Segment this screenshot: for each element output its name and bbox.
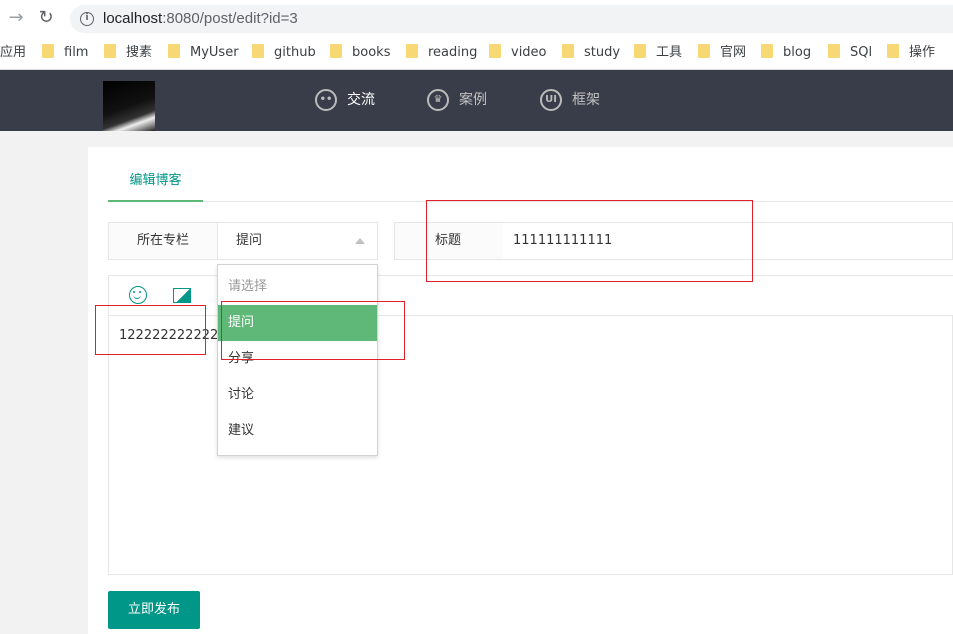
folder-icon bbox=[634, 44, 646, 58]
folder-icon bbox=[698, 44, 710, 58]
nav-framework[interactable]: UI 框架 bbox=[540, 88, 600, 112]
emoji-icon[interactable] bbox=[129, 286, 147, 304]
column-select[interactable]: 提问 bbox=[217, 222, 378, 260]
folder-icon bbox=[828, 44, 840, 58]
folder-icon bbox=[330, 44, 342, 58]
bookmarks-bar: 应用 film 搜素 MyUser github books reading v… bbox=[0, 36, 953, 70]
column-select-value: 提问 bbox=[236, 233, 263, 248]
bookmark-tools[interactable]: 工具 bbox=[634, 44, 682, 62]
dropdown-option-placeholder[interactable]: 请选择 bbox=[218, 269, 377, 305]
image-icon[interactable] bbox=[173, 288, 191, 303]
bookmark-search[interactable]: 搜素 bbox=[104, 44, 152, 62]
bookmark-github[interactable]: github bbox=[252, 44, 316, 62]
bookmark-ops[interactable]: 操作 bbox=[887, 44, 935, 62]
dropdown-option-suggest[interactable]: 建议 bbox=[218, 413, 377, 449]
bookmark-apps[interactable]: 应用 bbox=[0, 44, 26, 62]
url-field[interactable]: i localhost:8080/post/edit?id=3 bbox=[70, 5, 953, 33]
bookmark-video[interactable]: video bbox=[489, 44, 547, 62]
bookmark-reading[interactable]: reading bbox=[406, 44, 477, 62]
tab-edit-blog[interactable]: 编辑博客 bbox=[108, 147, 203, 202]
crown-icon: ♛ bbox=[427, 89, 449, 111]
site-header: •• 交流 ♛ 案例 UI 框架 bbox=[0, 70, 953, 131]
folder-icon bbox=[761, 44, 773, 58]
folder-icon bbox=[168, 44, 180, 58]
dropdown-option-discuss[interactable]: 讨论 bbox=[218, 377, 377, 413]
bookmark-myuser[interactable]: MyUser bbox=[168, 44, 239, 62]
bookmark-official[interactable]: 官网 bbox=[698, 44, 746, 62]
folder-icon bbox=[562, 44, 574, 58]
column-dropdown: 请选择 提问 分享 讨论 建议 bbox=[217, 264, 378, 456]
publish-button[interactable]: 立即发布 bbox=[108, 591, 200, 629]
bookmark-study[interactable]: study bbox=[562, 44, 620, 62]
bookmark-books[interactable]: books bbox=[330, 44, 390, 62]
folder-icon bbox=[252, 44, 264, 58]
info-icon[interactable]: i bbox=[80, 12, 94, 26]
nav-exchange[interactable]: •• 交流 bbox=[315, 88, 375, 112]
bookmark-sql[interactable]: SQl bbox=[828, 44, 872, 62]
annotation-box-content bbox=[95, 305, 206, 355]
back-arrow-icon[interactable]: → bbox=[6, 8, 26, 28]
column-label: 所在专栏 bbox=[108, 222, 218, 260]
reload-icon[interactable]: ↻ bbox=[36, 8, 56, 28]
caret-up-icon bbox=[355, 238, 365, 244]
folder-icon bbox=[887, 44, 899, 58]
annotation-box-option bbox=[221, 301, 405, 360]
bookmark-film[interactable]: film bbox=[42, 44, 88, 62]
url-text: localhost:8080/post/edit?id=3 bbox=[103, 10, 298, 27]
chat-icon: •• bbox=[315, 89, 337, 111]
folder-icon bbox=[42, 44, 54, 58]
tab-bar: 编辑博客 bbox=[108, 147, 953, 202]
folder-icon bbox=[489, 44, 501, 58]
folder-icon bbox=[104, 44, 116, 58]
ui-icon: UI bbox=[540, 89, 562, 111]
folder-icon bbox=[406, 44, 418, 58]
bookmark-blog[interactable]: blog bbox=[761, 44, 811, 62]
nav-cases[interactable]: ♛ 案例 bbox=[427, 88, 487, 112]
annotation-box-title bbox=[426, 200, 753, 282]
browser-address-bar: → ↻ i localhost:8080/post/edit?id=3 bbox=[0, 0, 953, 36]
site-logo[interactable] bbox=[103, 81, 155, 131]
